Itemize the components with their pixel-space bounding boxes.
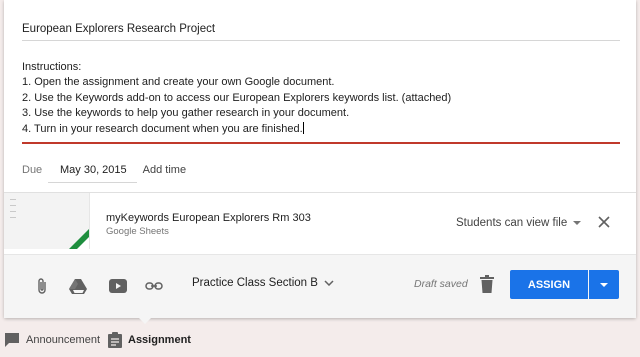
- assignment-tab[interactable]: Assignment: [108, 332, 191, 348]
- close-icon[interactable]: [596, 214, 612, 230]
- announcement-tab[interactable]: Announcement: [4, 332, 100, 348]
- sheets-thumbnail: [4, 193, 90, 249]
- assignment-card: European Explorers Research Project Inst…: [4, 0, 636, 318]
- paperclip-icon[interactable]: [32, 276, 52, 296]
- attachment-item[interactable]: myKeywords European Explorers Rm 303 Goo…: [4, 192, 636, 249]
- permission-dropdown[interactable]: Students can view file: [456, 217, 582, 229]
- assignment-label: Assignment: [128, 334, 191, 346]
- assign-button[interactable]: ASSIGN: [510, 270, 588, 299]
- attachment-title[interactable]: myKeywords European Explorers Rm 303: [106, 212, 311, 224]
- due-date-field[interactable]: May 30, 2015: [48, 164, 137, 183]
- instructions-line: 1. Open the assignment and create your o…: [22, 76, 335, 89]
- assignment-toolbar: Practice Class Section B Draft saved ASS…: [4, 254, 636, 318]
- permission-label: Students can view file: [456, 217, 568, 229]
- chevron-down-icon: [600, 282, 608, 287]
- youtube-icon[interactable]: [108, 276, 128, 296]
- instructions-line: 2. Use the Keywords add-on to access our…: [22, 91, 452, 104]
- thumbnail-line: [10, 217, 16, 218]
- thumbnail-line: [10, 199, 16, 200]
- instructions-line: 4. Turn in your research document when y…: [22, 122, 303, 135]
- instructions-line-last: 4. Turn in your research document when y…: [22, 121, 620, 137]
- due-row: Due May 30, 2015 Add time: [22, 158, 186, 183]
- thumbnail-line: [10, 211, 16, 212]
- instructions-line: 3. Use the keywords to help you gather r…: [22, 107, 350, 120]
- assignment-title-field[interactable]: European Explorers Research Project: [22, 14, 620, 41]
- sheets-icon-fold: [77, 237, 89, 249]
- chevron-down-icon: [324, 280, 334, 286]
- text-cursor: [302, 121, 304, 134]
- assignment-icon: [108, 332, 122, 348]
- due-label: Due: [22, 164, 43, 176]
- post-type-bar: Announcement Assignment: [0, 330, 199, 350]
- drive-icon[interactable]: [68, 276, 88, 296]
- announcement-icon: [5, 333, 19, 347]
- assign-options-button[interactable]: [589, 270, 619, 299]
- announcement-label: Announcement: [26, 334, 100, 346]
- chevron-down-icon: [573, 221, 582, 225]
- instructions-line: Instructions:: [22, 61, 82, 73]
- thumbnail-line: [10, 205, 16, 206]
- attachment-type: Google Sheets: [106, 226, 169, 237]
- instructions-field[interactable]: Instructions: 1. Open the assignment and…: [22, 60, 620, 144]
- trash-icon[interactable]: [480, 275, 494, 293]
- class-name: Practice Class Section B: [192, 277, 318, 289]
- class-selector[interactable]: Practice Class Section B: [192, 277, 334, 289]
- link-icon[interactable]: [144, 276, 164, 296]
- add-time-link[interactable]: Add time: [143, 164, 186, 176]
- draft-status: Draft saved: [414, 278, 468, 290]
- card-pointer: [138, 317, 152, 324]
